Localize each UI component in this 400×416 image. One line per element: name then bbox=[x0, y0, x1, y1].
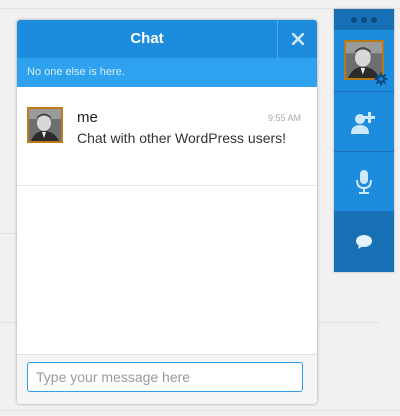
message-input[interactable] bbox=[27, 362, 303, 392]
ellipsis-icon bbox=[371, 16, 377, 23]
chat-title: Chat bbox=[130, 30, 164, 47]
avatar bbox=[27, 107, 63, 143]
ellipsis-icon bbox=[351, 16, 357, 23]
chat-window: Chat No one else is here. me 9:55 AM Cha… bbox=[17, 20, 317, 404]
chat-sidebar bbox=[334, 9, 394, 272]
chat-message: me 9:55 AM Chat with other WordPress use… bbox=[17, 87, 317, 186]
chat-bubble-icon bbox=[356, 234, 372, 249]
microphone-button[interactable] bbox=[334, 152, 394, 212]
sidebar-profile[interactable] bbox=[334, 30, 394, 92]
ellipsis-icon bbox=[361, 16, 367, 23]
chat-status: No one else is here. bbox=[17, 58, 317, 87]
close-button[interactable] bbox=[277, 20, 317, 58]
add-user-icon bbox=[351, 111, 375, 134]
chat-button[interactable] bbox=[334, 212, 394, 272]
chat-footer bbox=[17, 354, 317, 404]
chat-header: Chat bbox=[17, 20, 317, 58]
gear-icon[interactable] bbox=[374, 72, 388, 86]
background-divider bbox=[0, 410, 400, 411]
background-divider bbox=[0, 233, 18, 234]
user-avatar-icon bbox=[29, 109, 61, 141]
message-author: me bbox=[77, 109, 98, 126]
microphone-icon bbox=[356, 169, 372, 194]
close-icon bbox=[291, 33, 304, 45]
message-time: 9:55 AM bbox=[267, 113, 301, 123]
message-text: Chat with other WordPress users! bbox=[77, 130, 287, 146]
sidebar-menu-button[interactable] bbox=[334, 9, 394, 30]
add-user-button[interactable] bbox=[334, 92, 394, 152]
